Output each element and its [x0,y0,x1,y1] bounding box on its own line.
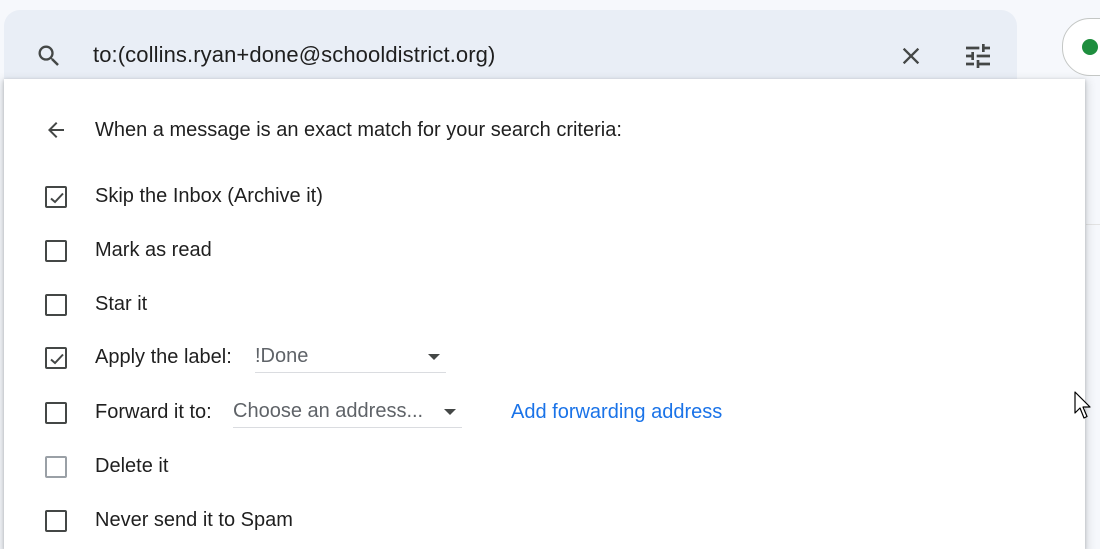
checkmark-icon [50,353,64,365]
back-arrow-icon[interactable] [44,118,68,142]
option-label: Never send it to Spam [95,509,293,531]
chevron-down-icon [444,409,456,415]
checkbox-mark-as-read[interactable] [45,240,67,262]
option-label: Delete it [95,455,169,477]
checkbox-star-it[interactable] [45,294,67,316]
checkbox-forward[interactable] [45,402,67,424]
filter-actions-panel: When a message is an exact match for you… [4,79,1085,549]
search-icon[interactable] [35,42,63,70]
option-apply-label[interactable]: Apply the label: !Done [4,342,1085,376]
option-never-spam[interactable]: Never send it to Spam [4,505,1085,539]
option-label: Star it [95,293,148,315]
checkbox-delete-it[interactable] [45,456,67,478]
checkbox-never-spam[interactable] [45,510,67,532]
label-select-value: !Done [255,345,309,367]
search-input[interactable]: to:(collins.ryan+done@schooldistrict.org… [93,40,495,70]
checkbox-skip-inbox[interactable] [45,186,67,208]
add-forwarding-address-link[interactable]: Add forwarding address [511,397,722,427]
checkmark-icon [50,192,64,204]
mouse-cursor-icon [1074,391,1091,419]
option-star-it[interactable]: Star it [4,289,1085,323]
search-options-icon[interactable] [962,40,994,72]
option-label: Apply the label: [95,346,232,368]
option-label: Mark as read [95,239,212,261]
search-bar[interactable]: to:(collins.ryan+done@schooldistrict.org… [4,10,1017,80]
checkbox-apply-label[interactable] [45,347,67,369]
criteria-heading: When a message is an exact match for you… [95,119,622,141]
forward-address-select[interactable]: Choose an address... [233,397,462,428]
status-indicator[interactable] [1062,18,1100,76]
status-dot [1082,39,1098,55]
option-label: Forward it to: [95,401,212,423]
option-skip-inbox[interactable]: Skip the Inbox (Archive it) [4,181,1085,215]
option-delete-it[interactable]: Delete it [4,451,1085,485]
divider [1086,224,1100,225]
chevron-down-icon [428,354,440,360]
label-select[interactable]: !Done [255,342,446,373]
close-icon[interactable] [897,42,925,70]
option-forward[interactable]: Forward it to: Choose an address... Add … [4,397,1085,431]
option-mark-as-read[interactable]: Mark as read [4,235,1085,269]
forward-address-value: Choose an address... [233,400,424,422]
option-label: Skip the Inbox (Archive it) [95,185,323,207]
